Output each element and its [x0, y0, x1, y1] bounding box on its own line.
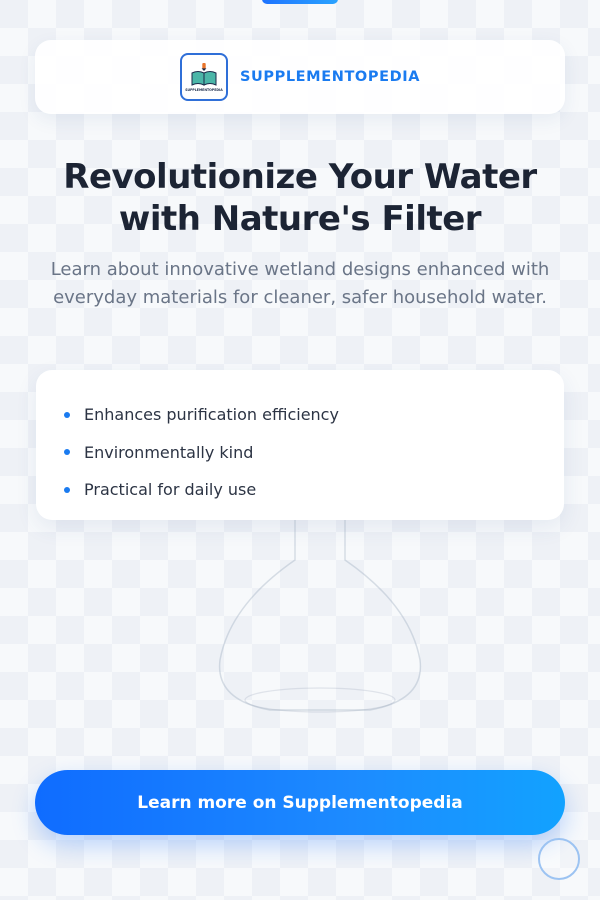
top-indicator	[262, 0, 338, 4]
benefit-item: Enhances purification efficiency	[64, 396, 536, 434]
scroll-top-button[interactable]	[538, 838, 580, 880]
bullet-dot-icon	[64, 411, 70, 418]
logo-text: SUPPLEMENTOPEDIA	[185, 87, 223, 92]
site-header: SUPPLEMENTOPEDIA SUPPLEMENTOPEDIA	[35, 40, 565, 114]
brand-name[interactable]: SUPPLEMENTOPEDIA	[240, 69, 420, 85]
site-logo[interactable]: SUPPLEMENTOPEDIA	[179, 53, 228, 101]
page-subtitle: Learn about innovative wetland designs e…	[50, 259, 550, 308]
benefits-card: Enhances purification efficiency Environ…	[36, 370, 564, 520]
benefit-text: Practical for daily use	[84, 480, 257, 500]
benefit-item: Environmentally kind	[64, 434, 536, 472]
benefit-item: Practical for daily use	[64, 471, 536, 509]
bullet-dot-icon	[64, 486, 70, 493]
benefit-text: Enhances purification efficiency	[84, 405, 339, 425]
page-title: Revolutionize Your Water with Nature's F…	[63, 157, 537, 239]
open-book-icon	[191, 62, 217, 86]
learn-more-button[interactable]: Learn more on Supplementopedia	[35, 770, 565, 835]
flask-icon	[218, 520, 422, 713]
benefit-text: Environmentally kind	[84, 442, 254, 462]
bullet-dot-icon	[64, 449, 70, 456]
